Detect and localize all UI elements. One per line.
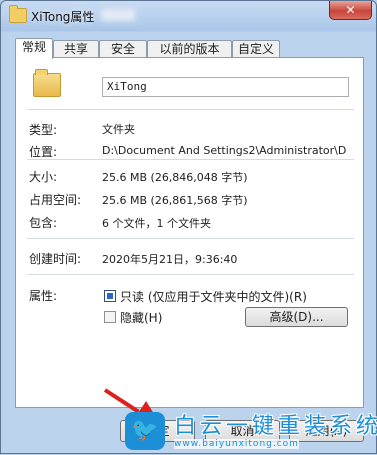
divider (27, 274, 354, 275)
folder-icon (9, 5, 27, 23)
divider (27, 159, 354, 160)
readonly-label[interactable]: 只读 (仅应用于文件夹中的文件)(R) (120, 288, 307, 305)
location-label: 位置: (29, 145, 58, 159)
tab-customize[interactable]: 自定义 (232, 40, 280, 58)
contains-value: 6 个文件，1 个文件夹 (102, 217, 211, 230)
advanced-button[interactable]: 高级(D)... (245, 307, 348, 327)
folder-name-field[interactable]: XiTong (102, 77, 349, 97)
blurred-title-region (101, 9, 135, 21)
readonly-checkbox[interactable] (104, 290, 116, 302)
location-value: D:\Document And Settings2\Administrator\… (102, 144, 347, 157)
window-title: XiTong属性 (31, 10, 95, 24)
size-value: 25.6 MB (26,846,048 字节) (102, 171, 248, 184)
size-label: 大小: (29, 170, 58, 184)
divider (27, 238, 354, 239)
general-panel: XiTong 类型: 文件夹 位置: D:\Document And Setti… (15, 57, 364, 408)
tab-sharing[interactable]: 共享 (53, 40, 99, 58)
created-label: 创建时间: (29, 252, 82, 266)
size-on-disk-value: 25.6 MB (26,861,568 字节) (102, 194, 248, 207)
watermark: 🐦 白云一键重装系统 www.baiyunxitong.com (122, 408, 377, 455)
created-value: 2020年5月21日，9:36:40 (102, 253, 238, 266)
type-label: 类型: (29, 123, 58, 137)
attributes-label: 属性: (29, 289, 58, 303)
title-bar[interactable]: XiTong属性 ✕ (1, 1, 376, 31)
tab-previous-versions[interactable]: 以前的版本 (147, 40, 232, 58)
divider (27, 109, 354, 110)
properties-window: XiTong属性 ✕ 常规 共享 安全 以前的版本 自定义 XiTong 类型:… (0, 0, 377, 454)
type-value: 文件夹 (102, 123, 135, 136)
contains-label: 包含: (29, 216, 58, 230)
bird-logo-icon: 🐦 (125, 412, 165, 450)
tab-general[interactable]: 常规 (15, 38, 53, 59)
watermark-title: 白云一键重装系统 (174, 414, 377, 439)
hidden-checkbox[interactable] (104, 311, 116, 323)
hidden-label[interactable]: 隐藏(H) (120, 309, 162, 326)
watermark-url: www.baiyunxitong.com (174, 439, 299, 449)
close-button[interactable]: ✕ (329, 1, 372, 20)
size-on-disk-label: 占用空间: (29, 193, 82, 207)
tab-security[interactable]: 安全 (99, 40, 147, 58)
folder-icon (33, 69, 61, 97)
